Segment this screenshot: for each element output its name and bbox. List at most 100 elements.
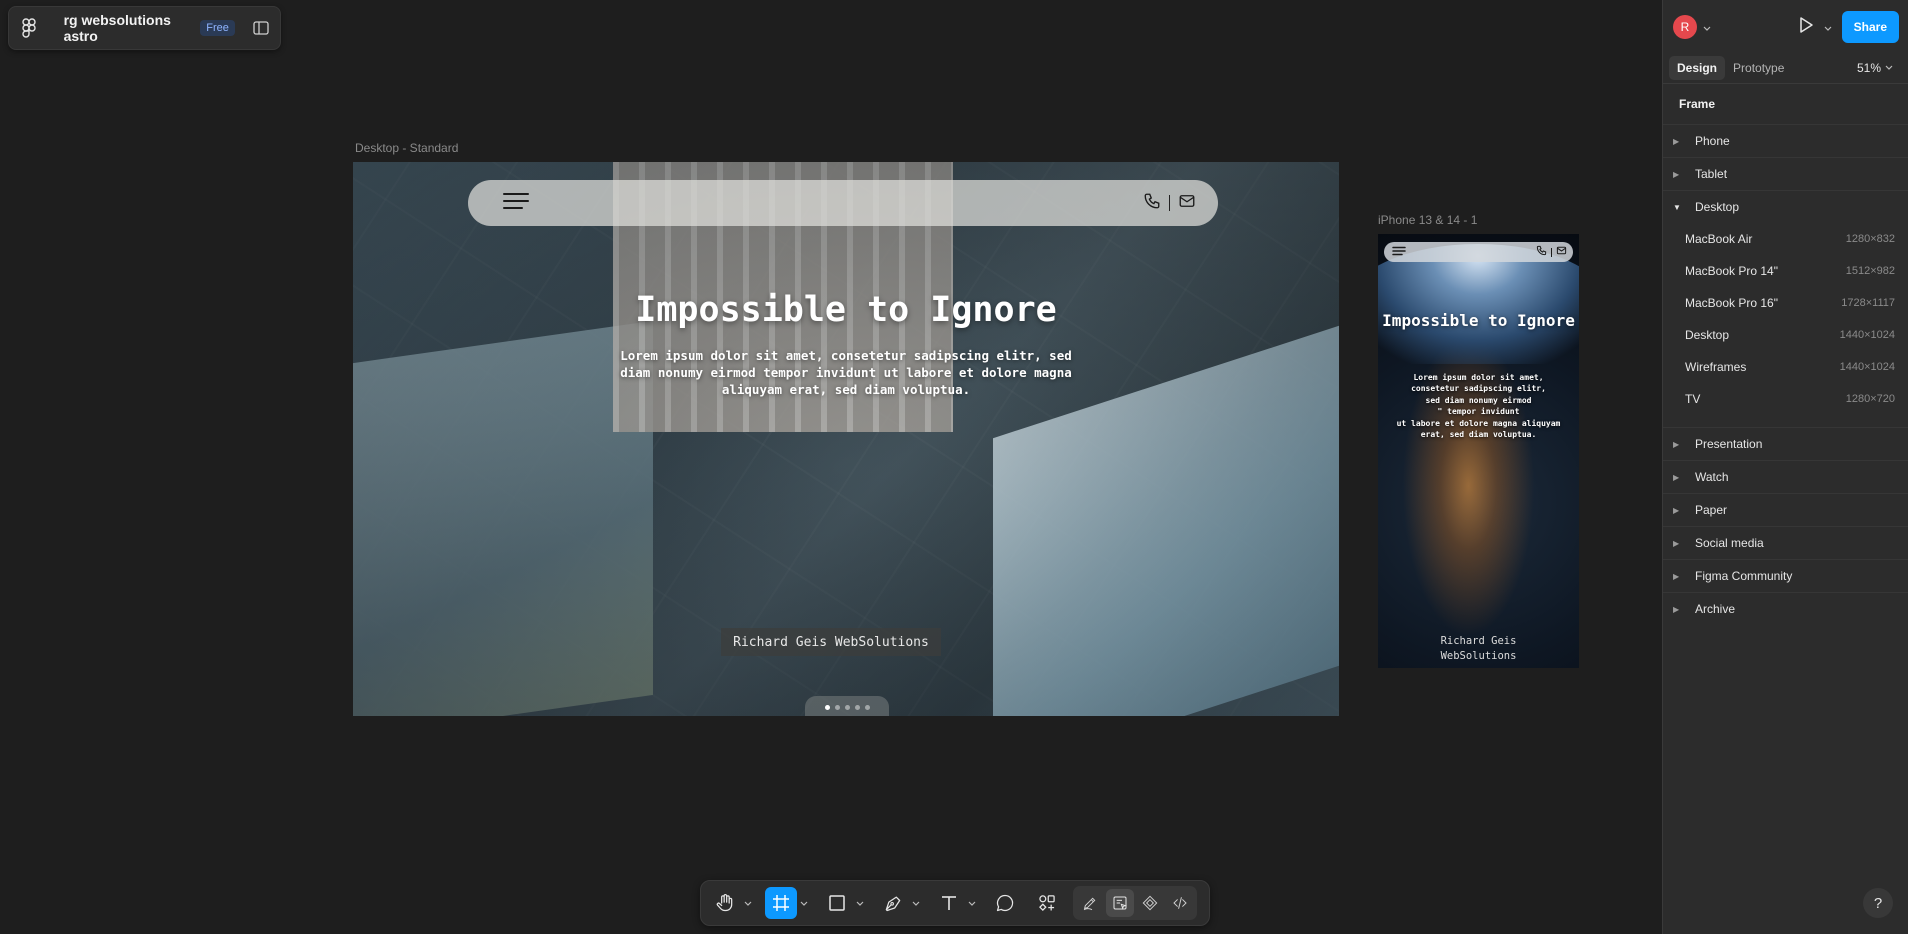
rectangle-icon[interactable] [821, 887, 853, 919]
hand-tool-dropdown-icon[interactable] [741, 887, 755, 919]
phone-hero-title: Impossible to Ignore [1382, 311, 1575, 330]
category-phone[interactable]: ▶ Phone [1663, 124, 1908, 157]
preset-dimensions: 1280×720 [1845, 393, 1895, 405]
collapsed-triangle-icon: ▶ [1673, 505, 1680, 515]
carousel-dot-3[interactable] [844, 704, 850, 710]
text-icon[interactable] [933, 887, 965, 919]
figma-logo-icon[interactable] [19, 16, 40, 40]
frame-tool-dropdown-icon[interactable] [797, 887, 811, 919]
present-play-icon[interactable] [1798, 16, 1814, 39]
phone-frame-label[interactable]: iPhone 13 & 14 - 1 [1378, 213, 1477, 227]
category-watch[interactable]: ▶ Watch [1663, 460, 1908, 493]
toggle-sidebar-icon[interactable] [253, 18, 270, 38]
bottom-toolbar [700, 880, 1210, 926]
phone-mail-icon[interactable] [1556, 243, 1567, 261]
carousel-dot-1[interactable] [824, 704, 830, 710]
preset-macbook-air[interactable]: MacBook Air 1280×832 [1663, 223, 1908, 255]
avatar[interactable]: R [1673, 15, 1697, 39]
collapsed-triangle-icon: ▶ [1673, 169, 1680, 179]
phone-call-icon[interactable] [1536, 243, 1547, 261]
hand-icon[interactable] [709, 887, 741, 919]
phone-contact-icons [1536, 243, 1567, 261]
preset-desktop[interactable]: Desktop 1440×1024 [1663, 319, 1908, 351]
design-mode-icon[interactable] [1106, 889, 1134, 917]
mail-icon[interactable] [1178, 192, 1196, 215]
collapsed-triangle-icon: ▶ [1673, 439, 1680, 449]
contact-divider [1169, 195, 1170, 211]
carousel-dot-4[interactable] [854, 704, 860, 710]
preset-name: Desktop [1685, 328, 1730, 342]
dev-mode-icon[interactable] [1166, 889, 1194, 917]
phone-frame[interactable]: Impossible to Ignore Lorem ipsum dolor s… [1378, 234, 1579, 668]
mode-switcher [1073, 886, 1197, 920]
pen-icon[interactable] [877, 887, 909, 919]
tab-design[interactable]: Design [1669, 55, 1726, 80]
expanded-triangle-icon: ▼ [1673, 202, 1681, 212]
preset-macbook-pro-16[interactable]: MacBook Pro 16" 1728×1117 [1663, 287, 1908, 319]
collapsed-triangle-icon: ▶ [1673, 136, 1680, 146]
category-archive[interactable]: ▶ Archive [1663, 592, 1908, 625]
category-social-media[interactable]: ▶ Social media [1663, 526, 1908, 559]
desktop-frame[interactable]: Impossible to Ignore Lorem ipsum dolor s… [353, 162, 1339, 716]
preset-wireframes[interactable]: Wireframes 1440×1024 [1663, 351, 1908, 383]
preset-macbook-pro-14[interactable]: MacBook Pro 14" 1512×982 [1663, 255, 1908, 287]
actions-icon[interactable] [1031, 887, 1063, 919]
draw-icon[interactable] [1076, 889, 1104, 917]
hero-subtitle: Lorem ipsum dolor sit amet, consetetur s… [620, 348, 1072, 397]
zoom-control[interactable]: 51% [1857, 61, 1903, 75]
earth-atmosphere [1378, 244, 1579, 364]
preset-dimensions: 1728×1117 [1841, 297, 1895, 309]
shape-tool-dropdown-icon[interactable] [853, 887, 867, 919]
preset-name: MacBook Air [1685, 232, 1753, 246]
carousel-dot-2[interactable] [834, 704, 840, 710]
zoom-dropdown-icon[interactable] [1885, 65, 1893, 70]
text-tool-dropdown-icon[interactable] [965, 887, 979, 919]
phone-navbar [1384, 242, 1573, 262]
category-label: Paper [1695, 503, 1728, 517]
zoom-value: 51% [1856, 60, 1881, 75]
properties-panel: R Share Design Prototype 51% Frame ▶ Phon… [1662, 0, 1908, 934]
category-tablet[interactable]: ▶ Tablet [1663, 157, 1908, 190]
panel-header: R Share [1663, 0, 1908, 54]
pen-tool-dropdown-icon[interactable] [909, 887, 923, 919]
category-paper[interactable]: ▶ Paper [1663, 493, 1908, 526]
hero-brand-label: Richard Geis WebSolutions [721, 628, 941, 656]
collapsed-triangle-icon: ▶ [1673, 538, 1680, 548]
category-label: Figma Community [1695, 569, 1793, 583]
phone-brand-label: Richard Geis WebSolutions [1440, 635, 1517, 662]
collapsed-triangle-icon: ▶ [1673, 604, 1680, 614]
preset-name: TV [1685, 392, 1701, 406]
category-desktop[interactable]: ▼ Desktop [1663, 190, 1908, 223]
phone-hero-subtitle: Lorem ipsum dolor sit amet, consetetur s… [1396, 373, 1561, 440]
preset-tv[interactable]: TV 1280×720 [1663, 383, 1908, 415]
preset-dimensions: 1280×832 [1845, 233, 1895, 245]
component-icon[interactable] [1136, 889, 1164, 917]
phone-hamburger-icon[interactable] [1392, 243, 1406, 261]
category-presentation[interactable]: ▶ Presentation [1663, 427, 1908, 460]
category-figma-community[interactable]: ▶ Figma Community [1663, 559, 1908, 592]
preset-dimensions: 1440×1024 [1839, 329, 1895, 341]
phone-icon[interactable] [1143, 192, 1161, 215]
phone-contact-divider [1551, 247, 1552, 257]
tab-prototype[interactable]: Prototype [1725, 56, 1792, 80]
preset-name: Wireframes [1685, 360, 1747, 374]
comment-icon[interactable] [989, 887, 1021, 919]
category-label: Watch [1695, 470, 1729, 484]
hamburger-menu-icon[interactable] [502, 191, 532, 216]
file-name[interactable]: rg websolutions astro [64, 12, 189, 44]
file-header: rg websolutions astro Free [8, 6, 281, 50]
avatar-dropdown-icon[interactable] [1703, 18, 1711, 36]
present-dropdown-icon[interactable] [1824, 18, 1832, 36]
help-button[interactable]: ? [1863, 888, 1893, 918]
share-button[interactable]: Share [1841, 11, 1899, 43]
panel-tabs: Design Prototype 51% [1663, 52, 1908, 84]
preset-dimensions: 1440×1024 [1839, 361, 1895, 373]
category-label: Archive [1695, 602, 1736, 616]
frame-icon[interactable] [765, 887, 797, 919]
preset-name: MacBook Pro 16" [1685, 296, 1778, 310]
desktop-frame-label[interactable]: Desktop - Standard [355, 141, 458, 155]
carousel-dots [805, 696, 889, 716]
carousel-dot-5[interactable] [864, 704, 870, 710]
preset-dimensions: 1512×982 [1845, 265, 1895, 277]
contact-icons [1143, 192, 1196, 215]
